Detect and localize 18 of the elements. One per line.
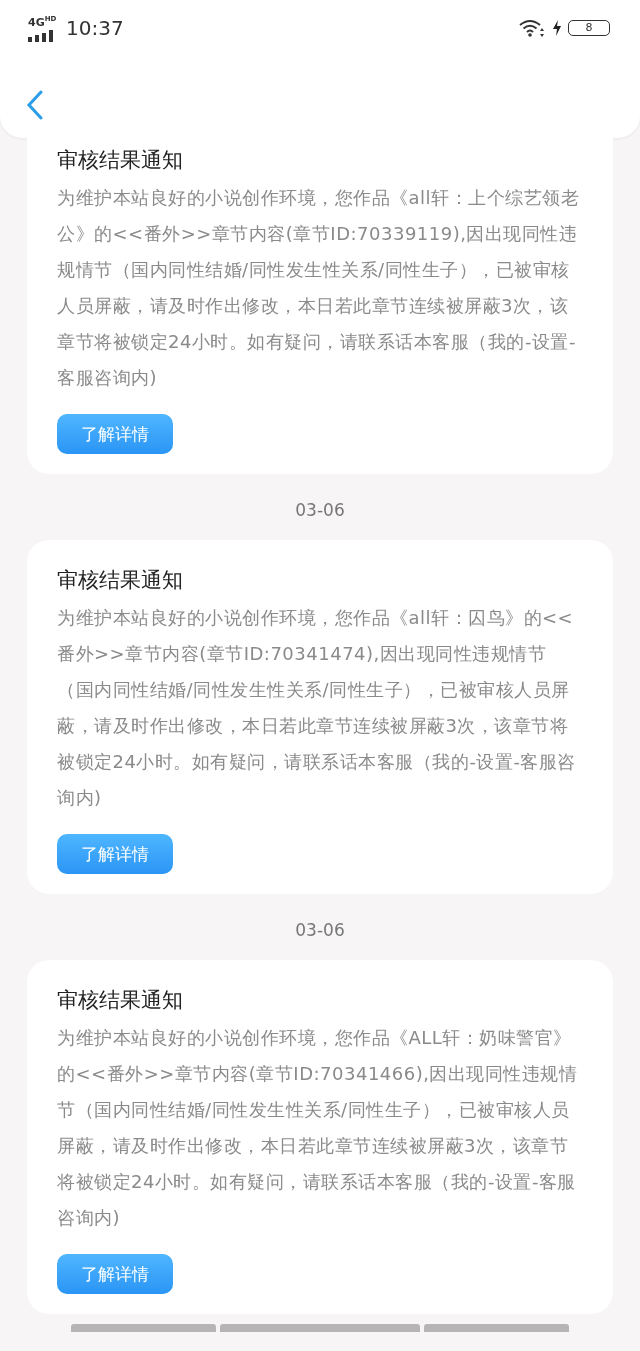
notice-title: 审核结果通知 xyxy=(57,147,184,174)
details-button[interactable]: 了解详情 xyxy=(57,834,173,874)
notice-date: 03-06 xyxy=(294,499,346,522)
signal-icon xyxy=(28,29,54,42)
clock-time: 10:37 xyxy=(66,16,124,40)
charging-icon xyxy=(552,20,562,36)
notice-date: 03-06 xyxy=(294,919,346,942)
battery-icon: 8 xyxy=(568,20,610,36)
notice-title: 审核结果通知 xyxy=(57,567,184,594)
notice-body: 为维护本站良好的小说创作环境，您作品《ALL轩：奶味警官》的<<番外>>章节内容(章节ID:70341466),因出现同性违规情节（国内同性结婚/同性发生性关系/同性生子），已被审核人员屏蔽，请及时作出修改，本日若此章节连续被屏蔽3次，该章节将被锁定24小时。如有疑问，请联系话本客服（我的-设置-客服咨询内) xyxy=(57,1026,579,1230)
details-button[interactable]: 了解详情 xyxy=(57,1254,173,1294)
network-label: 4G$^{HD}$ xyxy=(28,14,57,28)
notice-body: 为维护本站良好的小说创作环境，您作品《all轩：囚鸟》的<<番外>>章节内容(章节ID:70341474),因出现同性违规情节（国内同性结婚/同性发生性关系/同性生子），已被审核人员屏蔽，请及时作出修改，本日若此章节连续被屏蔽3次，该章节将被锁定24小时。如有疑问，请联系话本客服（我的-设置-客服咨询内) xyxy=(57,606,577,810)
notice-title: 审核结果通知 xyxy=(57,987,184,1014)
details-button[interactable]: 了解详情 xyxy=(57,414,173,454)
notice-body: 为维护本站良好的小说创作环境，您作品《all轩：上个综艺领老公》的<<番外>>章节内容(章节ID:70339119),因出现同性违规情节（国内同性结婚/同性发生性关系/同性生子），已被审核人员屏蔽，请及时作出修改，本日若此章节连续被屏蔽3次，该章节将被锁定24小时。如有疑问，请联系话本客服（我的-设置-客服咨询内) xyxy=(57,186,581,390)
wifi-icon xyxy=(518,18,546,38)
back-icon[interactable] xyxy=(26,90,44,120)
